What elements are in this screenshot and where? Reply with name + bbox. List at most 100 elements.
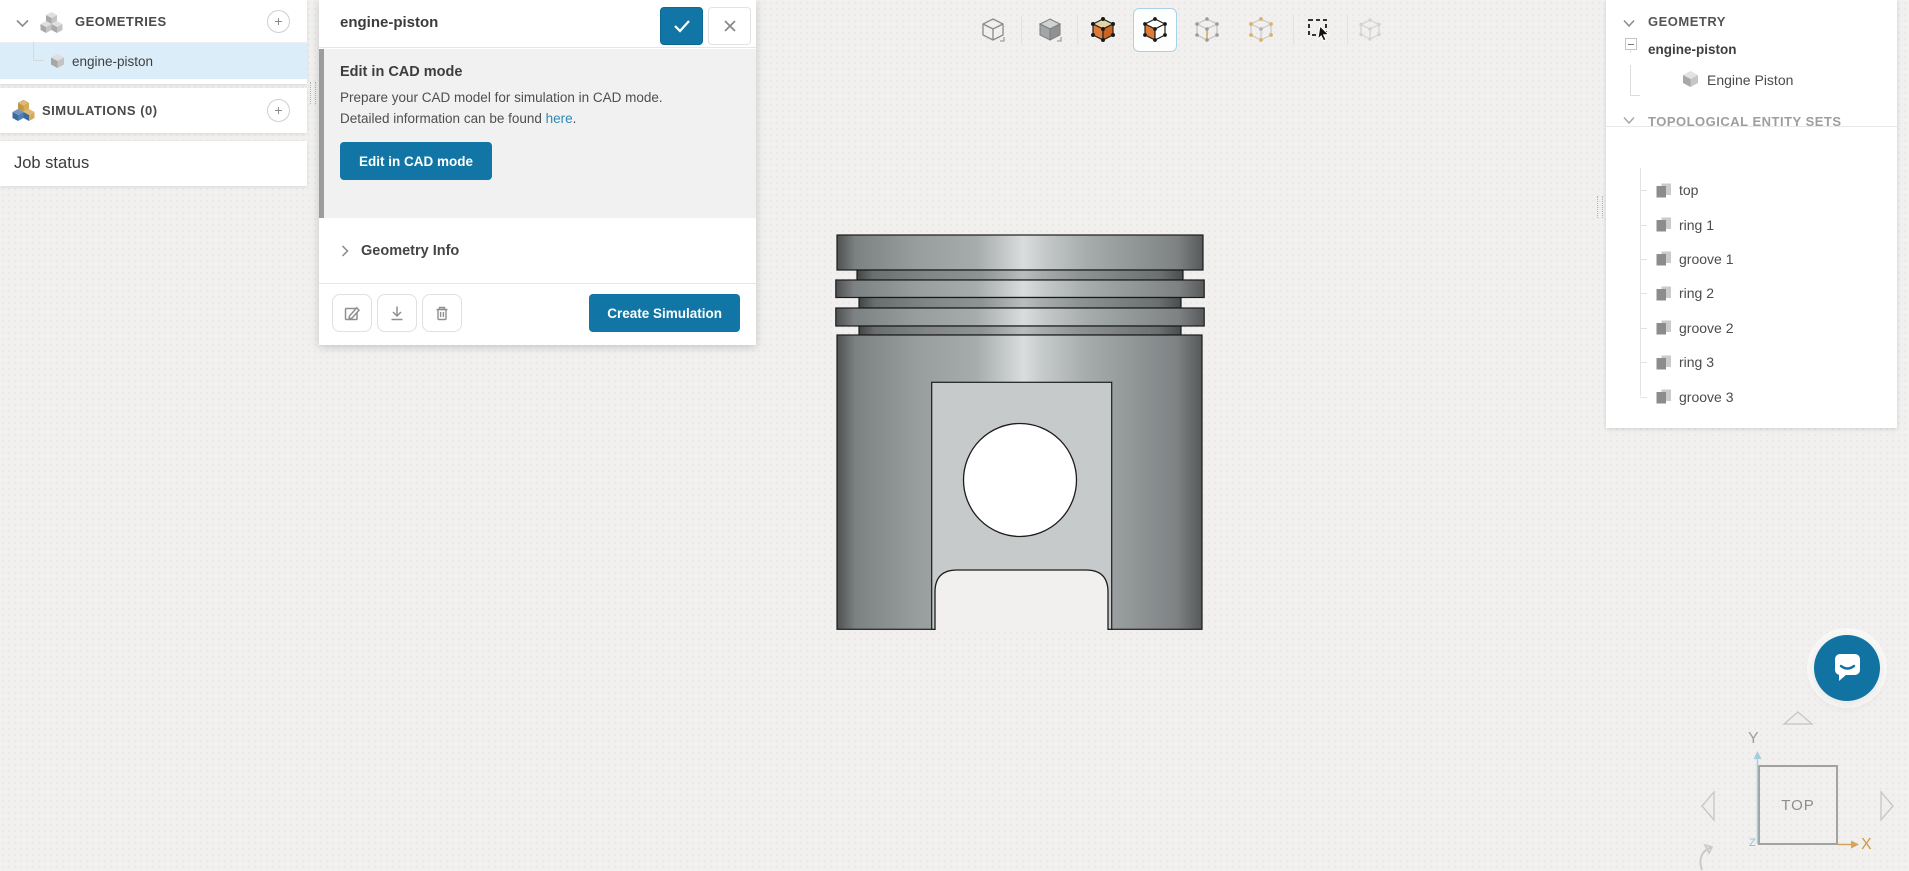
- rotate-ccw-arrow[interactable]: [1694, 843, 1726, 871]
- select-faces-button[interactable]: [1133, 8, 1177, 52]
- wireframe-view-button[interactable]: [973, 8, 1013, 52]
- geometry-header-label: GEOMETRY: [1648, 13, 1726, 29]
- job-status-label: Job status: [14, 154, 90, 172]
- topological-sets-header[interactable]: TOPOLOGICAL ENTITY SETS: [1606, 105, 1897, 137]
- piston-model[interactable]: [835, 234, 1205, 630]
- topological-entity-item[interactable]: groove 1: [1606, 242, 1897, 276]
- geometries-card: GEOMETRIES + engine-piston: [0, 0, 307, 84]
- toolbar-separator: [1293, 16, 1294, 44]
- toolbar-separator: [1021, 16, 1022, 44]
- shaded-view-button[interactable]: [1030, 8, 1070, 52]
- here-link[interactable]: here: [546, 111, 573, 126]
- tree-tick: [1640, 327, 1647, 329]
- tree-child-engine-piston[interactable]: Engine Piston: [1606, 65, 1897, 95]
- chevron-down-icon: [1623, 19, 1635, 28]
- chat-bubble-icon: [1835, 654, 1860, 681]
- edit-cad-section: Edit in CAD mode Prepare your CAD model …: [319, 49, 756, 218]
- geometry-panel-footer: Create Simulation: [319, 283, 756, 345]
- close-button[interactable]: [708, 7, 751, 45]
- check-icon: [673, 20, 690, 33]
- box-select-button[interactable]: [1300, 8, 1340, 52]
- job-status-row[interactable]: Job status: [0, 141, 307, 186]
- select-volumes-icon: [1091, 17, 1115, 42]
- edit-cad-description: Prepare your CAD model for simulation in…: [340, 90, 663, 126]
- edit-icon: [344, 306, 361, 321]
- entity-set-label: ring 2: [1679, 285, 1715, 302]
- close-icon: [723, 20, 736, 32]
- geometry-info-toggle[interactable]: Geometry Info: [319, 218, 756, 283]
- topological-entity-item[interactable]: ring 3: [1606, 345, 1897, 379]
- wireframe-cube-icon: [982, 18, 1005, 42]
- rotate-right-arrow[interactable]: [1879, 790, 1895, 822]
- topological-entity-item[interactable]: groove 3: [1606, 379, 1897, 413]
- geometries-header-row[interactable]: GEOMETRIES +: [0, 0, 307, 43]
- solid-cube-icon: [1683, 71, 1698, 87]
- tree-tick: [1640, 396, 1647, 398]
- select-faces-icon: [1143, 17, 1167, 42]
- create-simulation-button[interactable]: Create Simulation: [589, 294, 740, 332]
- select-edges-icon: [1195, 17, 1219, 42]
- entity-set-layers-icon: [1656, 217, 1671, 232]
- entity-set-layers-icon: [1656, 251, 1671, 266]
- nav-cube-top-face[interactable]: TOP: [1758, 765, 1838, 845]
- entity-set-label: groove 1: [1679, 250, 1734, 267]
- hide-selection-icon: [1359, 18, 1381, 41]
- axis-x-arrow: [1838, 840, 1859, 849]
- geometry-panel-header: engine-piston: [319, 0, 756, 48]
- left-splitter-handle[interactable]: [310, 82, 316, 104]
- simulations-icon: [12, 100, 35, 121]
- entity-set-label: ring 3: [1679, 354, 1715, 371]
- entity-set-label: top: [1679, 182, 1699, 199]
- tree-tick: [1640, 258, 1647, 260]
- select-volumes-button[interactable]: [1083, 8, 1123, 52]
- geometry-info-label: Geometry Info: [361, 242, 460, 259]
- rotate-up-arrow[interactable]: [1782, 710, 1814, 726]
- delete-button[interactable]: [422, 294, 462, 332]
- tree-tick: [1640, 190, 1647, 192]
- scene-tree-panel: GEOMETRY engine-piston Engine Piston TOP…: [1606, 0, 1897, 428]
- sidebar-item-label: engine-piston: [72, 53, 154, 69]
- geometry-section-header[interactable]: GEOMETRY: [1606, 0, 1897, 36]
- topological-entity-item[interactable]: top: [1606, 173, 1897, 207]
- topological-sets-header-label: TOPOLOGICAL ENTITY SETS: [1648, 113, 1842, 129]
- collapse-minus-icon[interactable]: [1625, 38, 1637, 50]
- entity-set-label: ring 1: [1679, 216, 1715, 233]
- hide-selection-button[interactable]: [1350, 8, 1390, 52]
- download-button[interactable]: [377, 294, 417, 332]
- tree-tick: [1640, 362, 1647, 364]
- topological-entity-list: top ring 1 groove 1 ring 2 groove 2 ring…: [1606, 173, 1897, 414]
- download-icon: [391, 306, 403, 321]
- topological-entity-item[interactable]: groove 2: [1606, 311, 1897, 345]
- geometry-cube-icon: [51, 54, 64, 68]
- select-edges-button[interactable]: [1187, 8, 1227, 52]
- box-select-icon: [1308, 19, 1330, 42]
- select-vertices-button[interactable]: [1241, 8, 1281, 52]
- panel-title: engine-piston: [340, 14, 439, 31]
- topological-entity-item[interactable]: ring 2: [1606, 276, 1897, 310]
- topological-entity-item[interactable]: ring 1: [1606, 207, 1897, 241]
- simulations-header-row[interactable]: SIMULATIONS (0) +: [0, 88, 307, 133]
- select-vertices-icon: [1249, 17, 1273, 42]
- sidebar-item-engine-piston[interactable]: engine-piston: [0, 42, 307, 79]
- edit-in-cad-mode-button[interactable]: Edit in CAD mode: [340, 142, 492, 180]
- rename-button[interactable]: [332, 294, 372, 332]
- entity-set-layers-icon: [1656, 355, 1671, 370]
- add-simulation-button[interactable]: +: [267, 99, 290, 122]
- tree-tick: [1640, 224, 1647, 226]
- entity-set-layers-icon: [1656, 389, 1671, 404]
- geometries-icon: [40, 12, 63, 33]
- axis-x-label: X: [1861, 836, 1872, 853]
- rotate-left-arrow[interactable]: [1700, 790, 1716, 822]
- confirm-button[interactable]: [660, 7, 703, 45]
- support-chat-button[interactable]: [1814, 635, 1880, 701]
- tree-elbow: [33, 42, 44, 61]
- nav-cube-face-label: TOP: [1781, 796, 1815, 814]
- tree-root-engine-piston[interactable]: engine-piston: [1606, 36, 1897, 62]
- chevron-right-icon: [341, 244, 349, 257]
- shaded-cube-icon: [1038, 18, 1062, 42]
- chevron-down-icon: [16, 19, 29, 28]
- chevron-down-icon: [1623, 116, 1635, 125]
- entity-set-layers-icon: [1656, 183, 1671, 198]
- right-splitter-handle[interactable]: [1597, 196, 1603, 218]
- add-geometry-button[interactable]: +: [267, 10, 290, 33]
